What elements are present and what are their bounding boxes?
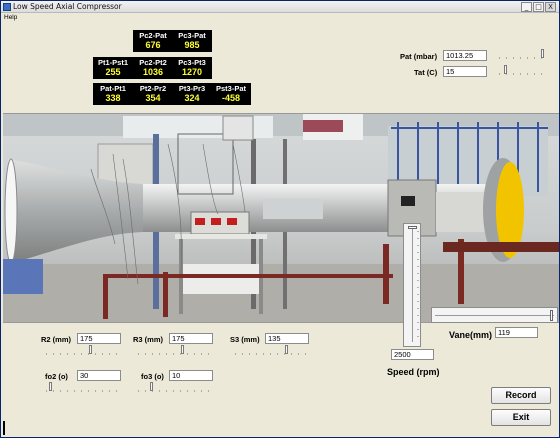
fo3-field[interactable]: 10 [169,370,213,381]
fo2-slider[interactable] [41,382,121,394]
exit-button[interactable]: Exit [491,409,551,426]
status-marker [3,421,5,435]
sensor-value: 255 [105,67,121,77]
sensor-label: Pt1-Pst1 [97,58,128,67]
r2-label: R2 (mm) [41,335,72,344]
sensor-label: Pat-Pt1 [100,84,126,93]
sensor-pst3-pat: Pst3-Pat -458 [211,83,251,105]
r2-slider[interactable] [41,345,121,357]
sensor-label: Pt2-Pr2 [139,84,167,93]
compressor-image [3,114,559,322]
s3-slider[interactable] [230,345,310,357]
slider-ticks [232,353,308,355]
speed-slider[interactable] [403,223,421,347]
slider-thumb[interactable] [408,226,417,229]
record-button[interactable]: Record [491,387,551,404]
compressor-photo [3,113,559,323]
tat-label: Tat (C) [414,68,438,77]
sensor-label: Pc2-Pt2 [139,58,167,67]
maximize-button[interactable]: □ [533,2,544,12]
slider-thumb[interactable] [285,345,288,354]
pat-label: Pat (mbar) [400,52,438,61]
pat-slider[interactable] [494,49,546,61]
speed-label: Speed (rpm) [387,367,440,377]
fo2-field[interactable]: 30 [77,370,121,381]
slider-ticks [135,390,211,392]
slider-track [435,315,554,316]
vane-field[interactable]: 119 [495,327,538,338]
sensor-value: 1036 [142,67,164,77]
sensor-label: Pt3-Pr3 [178,84,206,93]
r3-field[interactable]: 175 [169,333,213,344]
sensor-pc3-pt3: Pc3-Pt3 1270 [172,57,212,79]
slider-thumb[interactable] [181,345,184,354]
tat-slider[interactable] [494,65,546,77]
close-button[interactable]: X [545,2,556,12]
sensor-value: 354 [145,93,161,103]
vane-slider[interactable] [431,307,558,323]
sensor-label: Pc3-Pat [178,31,206,40]
sensor-value: -458 [221,93,240,103]
sensor-pt3-pr3: Pt3-Pr3 324 [172,83,212,105]
sensor-value: 676 [145,40,161,50]
app-icon [3,3,11,11]
fo2-label: fo2 (o) [45,372,68,381]
sensor-pc2-pat: Pc2-Pat 676 [133,30,173,52]
sensor-pt2-pr2: Pt2-Pr2 354 [133,83,173,105]
slider-ticks [43,390,119,392]
sensor-value: 324 [184,93,200,103]
slider-ticks [496,57,544,59]
menu-help[interactable]: Help [4,14,17,21]
sensor-pat-pt1: Pat-Pt1 338 [93,83,133,105]
speed-field[interactable]: 2500 [391,349,434,360]
sensor-pc2-pt2: Pc2-Pt2 1036 [133,57,173,79]
menu-bar: Help [1,13,559,22]
slider-thumb[interactable] [550,310,553,321]
title-bar: Low Speed Axial Compressor _ □ X [1,1,559,13]
pat-field[interactable]: 1013.25 [443,50,487,61]
slider-track [412,228,413,342]
sensor-label: Pst3-Pat [215,84,246,93]
r2-field[interactable]: 175 [77,333,121,344]
sensor-value: 338 [105,93,121,103]
slider-ticks [135,353,211,355]
sensor-value: 985 [184,40,200,50]
tat-field[interactable]: 15 [443,66,487,77]
app-window: Low Speed Axial Compressor _ □ X Help Pc… [0,0,560,438]
sensor-pt1-pst1: Pt1-Pst1 255 [93,57,133,79]
r3-label: R3 (mm) [133,335,164,344]
slider-thumb[interactable] [541,49,544,58]
s3-field[interactable]: 135 [265,333,309,344]
sensor-label: Pc3-Pt3 [178,58,206,67]
fo3-slider[interactable] [133,382,213,394]
vane-label: Vane(mm) [449,330,493,340]
slider-ticks [417,228,419,342]
slider-ticks [43,353,119,355]
sensor-label: Pc2-Pat [139,31,167,40]
sensor-value: 1270 [181,67,203,77]
slider-thumb[interactable] [150,382,153,391]
slider-thumb[interactable] [49,382,52,391]
minimize-button[interactable]: _ [521,2,532,12]
sensor-pc3-pat: Pc3-Pat 985 [172,30,212,52]
fo3-label: fo3 (o) [141,372,164,381]
r3-slider[interactable] [133,345,213,357]
s3-label: S3 (mm) [230,335,260,344]
slider-thumb[interactable] [89,345,92,354]
slider-thumb[interactable] [504,65,507,74]
window-title: Low Speed Axial Compressor [13,2,122,11]
